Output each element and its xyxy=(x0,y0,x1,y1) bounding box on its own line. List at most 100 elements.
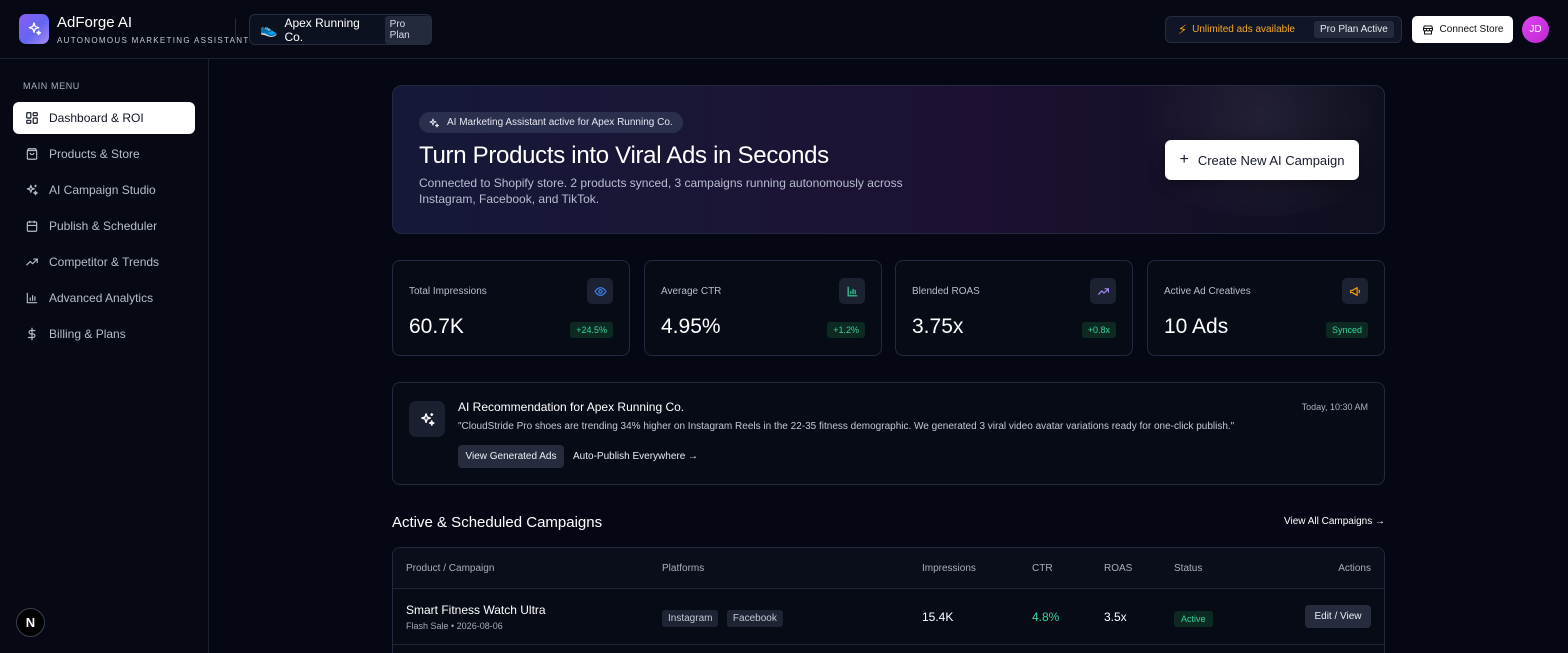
create-campaign-label: Create New AI Campaign xyxy=(1197,152,1345,168)
sidebar: MAIN MENU Dashboard & ROI Products & Sto… xyxy=(0,59,209,653)
assistant-status-text: AI Marketing Assistant active for Apex R… xyxy=(447,117,673,128)
sparkles-icon xyxy=(26,184,38,196)
recommendation-text: "CloudStride Pro shoes are trending 34% … xyxy=(458,421,1235,432)
campaigns-table: Product / Campaign Platforms Impressions… xyxy=(392,547,1385,653)
sidebar-item-label: Publish & Scheduler xyxy=(49,219,158,233)
sidebar-item-publish[interactable]: Publish & Scheduler xyxy=(13,210,195,242)
stat-value: 3.75x xyxy=(912,315,964,338)
stat-value: 10 Ads xyxy=(1164,315,1229,338)
sidebar-item-dashboard[interactable]: Dashboard & ROI xyxy=(13,102,195,134)
platform-tag: Instagram xyxy=(662,610,719,627)
column-header[interactable]: Product / Campaign xyxy=(406,563,494,574)
stat-delta: +24.5% xyxy=(570,322,613,338)
store-name: Apex Running Co. xyxy=(284,15,360,44)
hero-description: Connected to Shopify store. 2 products s… xyxy=(419,176,903,206)
connect-store-label: Connect Store xyxy=(1439,24,1504,35)
sparkles-icon xyxy=(429,118,439,127)
app-title: AdForge AI xyxy=(57,14,133,31)
framework-badge[interactable]: N xyxy=(16,608,45,637)
trending-up-icon xyxy=(26,258,38,266)
ctr-value: 4.8% xyxy=(1032,610,1060,624)
eye-icon xyxy=(587,278,613,304)
app-logo[interactable] xyxy=(19,14,49,44)
trending-up-icon xyxy=(1090,278,1116,304)
view-generated-ads-button[interactable]: View Generated Ads xyxy=(458,445,564,468)
stat-delta: +1.2% xyxy=(827,322,865,338)
bar-chart-icon xyxy=(839,278,865,304)
stat-value: 4.95% xyxy=(661,315,721,338)
sidebar-item-analytics[interactable]: Advanced Analytics xyxy=(13,282,195,314)
campaign-product-cell: Smart Fitness Watch Ultra Flash Sale • 2… xyxy=(406,603,546,631)
edit-view-button[interactable]: Edit / View xyxy=(1305,605,1371,628)
stat-card-roas: Blended ROAS 3.75x +0.8x xyxy=(895,260,1133,356)
table-header: Product / Campaign Platforms Impressions… xyxy=(393,548,1384,589)
ai-recommendation-card: AI Recommendation for Apex Running Co. T… xyxy=(392,382,1385,485)
view-all-campaigns-link[interactable]: View All Campaigns → xyxy=(1284,516,1385,527)
stat-label: Total Impressions xyxy=(409,286,487,297)
hero-title: Turn Products into Viral Ads in Seconds xyxy=(419,142,829,169)
app-subtitle: AUTONOMOUS MARKETING ASSISTANT xyxy=(57,36,250,45)
dollar-icon xyxy=(27,327,36,341)
sidebar-item-label: AI Campaign Studio xyxy=(49,183,156,197)
status-badge: Active xyxy=(1174,611,1213,627)
sidebar-item-label: Products & Store xyxy=(49,147,140,161)
assistant-status-pill: AI Marketing Assistant active for Apex R… xyxy=(419,112,683,133)
stat-card-ctr: Average CTR 4.95% +1.2% xyxy=(644,260,882,356)
sidebar-item-label: Billing & Plans xyxy=(49,327,126,341)
top-header: AdForge AI AUTONOMOUS MARKETING ASSISTAN… xyxy=(0,0,1568,59)
hero-banner: AI Marketing Assistant active for Apex R… xyxy=(392,85,1385,234)
stat-card-creatives: Active Ad Creatives 10 Ads Synced xyxy=(1147,260,1385,356)
sparkles-icon xyxy=(28,22,42,36)
plus-icon: + xyxy=(1179,151,1189,168)
stat-label: Blended ROAS xyxy=(912,286,980,297)
store-icon xyxy=(1422,25,1433,34)
store-selector[interactable]: 👟 Apex Running Co. Pro Plan xyxy=(249,14,432,45)
create-campaign-button[interactable]: + Create New AI Campaign xyxy=(1165,140,1359,180)
lightning-icon: ⚡ xyxy=(1178,21,1188,37)
stat-delta: Synced xyxy=(1325,322,1368,338)
table-row[interactable]: Smart Fitness Watch Ultra Flash Sale • 2… xyxy=(393,589,1384,645)
column-header[interactable]: CTR xyxy=(1032,563,1053,574)
shoe-icon: 👟 xyxy=(260,21,278,37)
plan-active-badge: Pro Plan Active xyxy=(1313,21,1394,38)
store-plan-badge: Pro Plan xyxy=(384,15,431,44)
sidebar-item-billing[interactable]: Billing & Plans xyxy=(13,318,195,350)
sparkles-icon xyxy=(409,401,445,437)
recommendation-title: AI Recommendation for Apex Running Co. xyxy=(458,400,685,414)
dashboard-icon xyxy=(26,112,38,124)
connect-store-button[interactable]: Connect Store xyxy=(1412,16,1513,43)
platforms-cell: Instagram Facebook xyxy=(662,608,787,627)
column-header[interactable]: Actions xyxy=(1338,563,1371,574)
stat-delta: +0.8x xyxy=(1081,322,1116,338)
auto-publish-link[interactable]: Auto-Publish Everywhere → xyxy=(573,451,698,462)
stat-card-impressions: Total Impressions 60.7K +24.5% xyxy=(392,260,630,356)
user-avatar[interactable]: JD xyxy=(1522,16,1549,43)
column-header[interactable]: ROAS xyxy=(1104,563,1132,574)
stat-label: Average CTR xyxy=(661,286,722,297)
status-cell: Active xyxy=(1174,609,1213,627)
column-header[interactable]: Status xyxy=(1174,563,1202,574)
sidebar-item-products[interactable]: Products & Store xyxy=(13,138,195,170)
sidebar-item-campaign-studio[interactable]: AI Campaign Studio xyxy=(13,174,195,206)
column-header[interactable]: Impressions xyxy=(922,563,976,574)
platform-tag: Facebook xyxy=(726,610,783,627)
campaign-subtitle: Flash Sale • 2026-08-06 xyxy=(406,621,503,631)
calendar-icon xyxy=(26,220,38,232)
sidebar-item-competitor[interactable]: Competitor & Trends xyxy=(13,246,195,278)
plan-status-pill: ⚡ Unlimited ads available Pro Plan Activ… xyxy=(1165,16,1402,43)
unlimited-ads-text: Unlimited ads available xyxy=(1192,24,1295,35)
column-header[interactable]: Platforms xyxy=(662,563,704,574)
bar-chart-icon xyxy=(26,292,38,304)
stat-label: Active Ad Creatives xyxy=(1164,286,1251,297)
sidebar-item-label: Advanced Analytics xyxy=(49,291,154,305)
main-menu-heading: MAIN MENU xyxy=(23,81,80,91)
campaigns-section-title: Active & Scheduled Campaigns xyxy=(392,514,603,531)
impressions-value: 15.4K xyxy=(922,610,954,624)
roas-value: 3.5x xyxy=(1104,610,1127,624)
header-divider xyxy=(235,18,236,40)
sidebar-item-label: Dashboard & ROI xyxy=(49,111,144,125)
sidebar-item-label: Competitor & Trends xyxy=(49,255,160,269)
campaign-name: Smart Fitness Watch Ultra xyxy=(406,603,546,617)
stat-value: 60.7K xyxy=(409,315,464,338)
shopping-bag-icon xyxy=(26,148,38,160)
